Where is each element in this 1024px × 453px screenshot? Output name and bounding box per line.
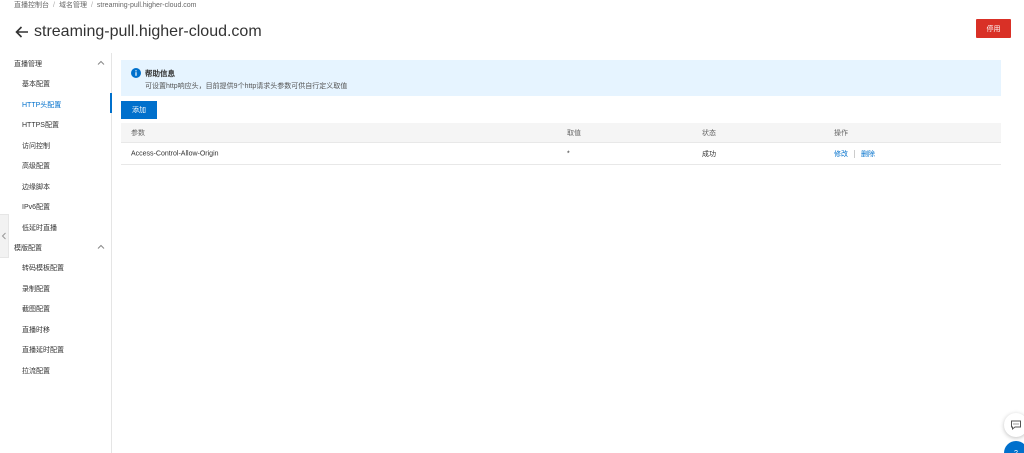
- sidebar-group-label: 模版配置: [14, 245, 42, 252]
- http-header-table: 参数 取值 状态 操作 Access-Control-Allow-Origin …: [121, 123, 1001, 165]
- cell-actions: 修改 删除: [834, 149, 875, 159]
- breadcrumb-separator: /: [53, 2, 55, 9]
- help-title: 帮助信息: [145, 69, 175, 78]
- help-info-box: 帮助信息 可设置http响应头，目前提供9个http请求头参数可供自行定义取值: [121, 60, 1001, 96]
- breadcrumb-item-domains[interactable]: 域名管理: [59, 2, 87, 9]
- column-header-actions: 操作: [834, 129, 848, 137]
- column-header-value: 取值: [567, 129, 581, 137]
- sidebar-group-live-management[interactable]: 直播管理: [14, 59, 106, 69]
- help-description: 可设置http响应头，目前提供9个http请求头参数可供自行定义取值: [145, 83, 348, 90]
- breadcrumb-item-console[interactable]: 直播控制台: [14, 2, 49, 9]
- back-arrow-icon[interactable]: [14, 24, 30, 40]
- cell-value: *: [567, 150, 570, 157]
- sidebar-collapse-handle[interactable]: [0, 214, 9, 258]
- sidebar-group-template-config[interactable]: 模版配置: [14, 243, 106, 253]
- breadcrumb-item-current: streaming-pull.higher-cloud.com: [96, 2, 197, 9]
- sidebar-item-recording-config[interactable]: 录制配置: [22, 284, 50, 294]
- chevron-up-icon: [97, 244, 105, 249]
- sidebar-item-transcode-template[interactable]: 转码模板配置: [22, 263, 64, 273]
- breadcrumb-separator: /: [90, 2, 93, 9]
- action-divider: [854, 149, 855, 158]
- chevron-up-icon: [97, 60, 105, 65]
- active-indicator: [110, 93, 112, 113]
- table-row: Access-Control-Allow-Origin * 成功 修改 删除: [121, 143, 1001, 165]
- sidebar-item-advanced-config[interactable]: 高级配置: [22, 161, 50, 171]
- sidebar-item-http-header-config[interactable]: HTTP头配置: [22, 100, 61, 110]
- breadcrumb: 直播控制台 / 域名管理 / streaming-pull.higher-cloud.c…: [14, 0, 197, 10]
- chat-float-button[interactable]: [1004, 413, 1024, 437]
- sidebar-item-https-config[interactable]: HTTPS配置: [22, 120, 59, 130]
- sidebar-item-edge-script[interactable]: 边缘脚本: [22, 182, 50, 192]
- sidebar-item-time-shift[interactable]: 直播时移: [22, 325, 50, 335]
- sidebar-item-low-latency-live[interactable]: 低延时直播: [22, 223, 57, 233]
- sidebar-item-snapshot-config[interactable]: 截图配置: [22, 304, 50, 314]
- sidebar: 直播管理 基本配置 HTTP头配置 HTTPS配置 访问控制 高级配置 边缘脚本…: [0, 53, 112, 453]
- page-header: streaming-pull.higher-cloud.com: [14, 22, 262, 42]
- column-header-status: 状态: [702, 129, 716, 137]
- column-header-param: 参数: [131, 129, 145, 137]
- chat-icon: [1011, 420, 1021, 431]
- edit-link[interactable]: 修改: [834, 151, 848, 158]
- chevron-left-icon: [1, 232, 6, 240]
- sidebar-item-ipv6-config[interactable]: IPv6配置: [22, 202, 50, 212]
- cell-status: 成功: [702, 150, 716, 158]
- add-button[interactable]: 添加: [121, 101, 157, 119]
- sidebar-item-live-delay-config[interactable]: 直播延时配置: [22, 345, 64, 355]
- delete-link[interactable]: 删除: [861, 151, 875, 158]
- sidebar-item-pull-stream-config[interactable]: 拉流配置: [22, 366, 50, 376]
- table-header: 参数 取值 状态 操作: [121, 123, 1001, 143]
- sidebar-item-access-control[interactable]: 访问控制: [22, 141, 50, 151]
- sidebar-item-basic-config[interactable]: 基本配置: [22, 79, 50, 89]
- info-icon: [131, 68, 141, 78]
- page-title: streaming-pull.higher-cloud.com: [34, 23, 262, 40]
- disable-button[interactable]: 停用: [976, 19, 1011, 38]
- sidebar-group-label: 直播管理: [14, 61, 42, 68]
- cell-param: Access-Control-Allow-Origin: [131, 150, 219, 157]
- help-float-button[interactable]: ?: [1004, 441, 1024, 453]
